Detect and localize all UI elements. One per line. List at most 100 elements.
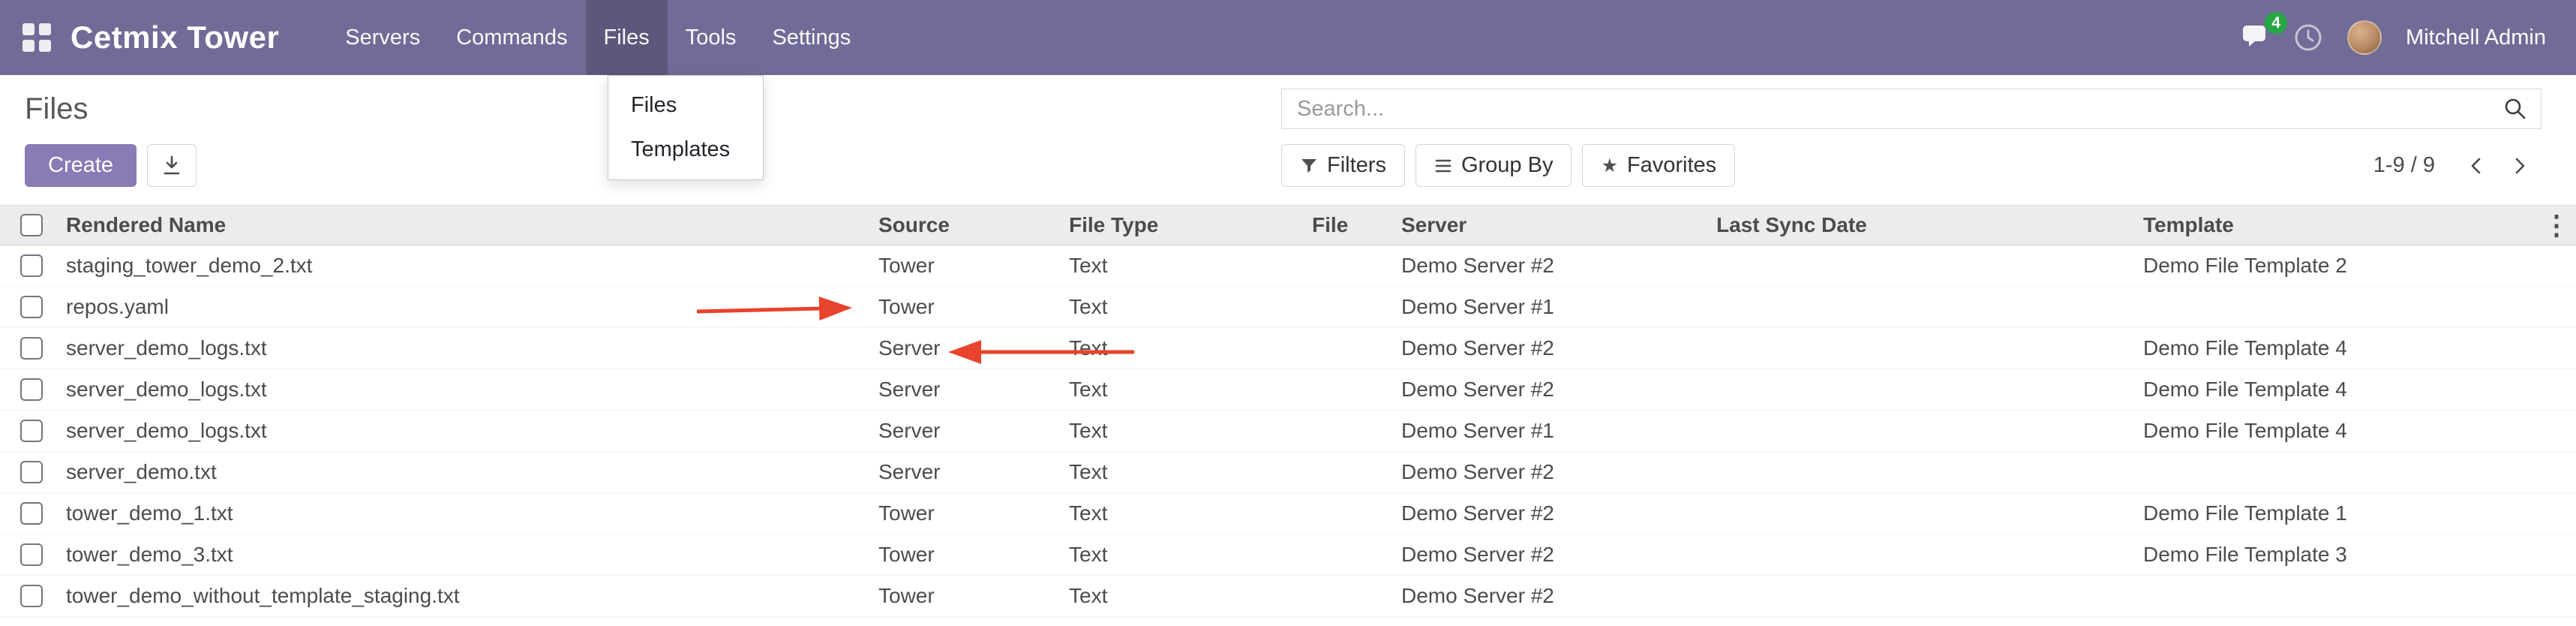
cell-last-sync-date — [1713, 369, 2140, 411]
pager-value: 1-9 / 9 — [2373, 153, 2435, 178]
search-button[interactable] — [2490, 97, 2541, 121]
table-row[interactable]: server_demo_logs.txtServerTextDemo Serve… — [0, 328, 2576, 369]
brand-title[interactable]: Cetmix Tower — [71, 20, 279, 56]
cell-file-type: Text — [1066, 369, 1309, 411]
menu-servers[interactable]: Servers — [327, 0, 438, 75]
cell-template: Demo File Template 3 — [2140, 534, 2537, 576]
row-select-cell — [0, 493, 63, 534]
table-row[interactable]: tower_demo_1.txtTowerTextDemo Server #2D… — [0, 493, 2576, 534]
cell-template — [2140, 287, 2537, 328]
cell-file — [1309, 576, 1398, 617]
user-avatar[interactable] — [2347, 20, 2382, 55]
menu-tools[interactable]: Tools — [668, 0, 755, 75]
cell-template: Demo File Template 4 — [2140, 369, 2537, 411]
row-checkbox[interactable] — [20, 296, 43, 318]
search-input[interactable] — [1282, 89, 2490, 128]
cell-source: Server — [875, 369, 1066, 411]
cell-source: Tower — [875, 493, 1066, 534]
table-row[interactable]: server_demo.txtServerTextDemo Server #2 — [0, 452, 2576, 493]
select-all-cell — [0, 206, 63, 245]
cell-server: Demo Server #2 — [1398, 452, 1713, 493]
cell-source: Tower — [875, 287, 1066, 328]
row-select-cell — [0, 576, 63, 617]
pager-previous-button[interactable] — [2454, 156, 2498, 176]
cell-template — [2140, 576, 2537, 617]
menu-settings[interactable]: Settings — [754, 0, 869, 75]
row-end-spacer — [2537, 287, 2576, 328]
optional-columns-toggle[interactable] — [2537, 206, 2576, 245]
cell-rendered-name: tower_demo_1.txt — [63, 493, 875, 534]
row-select-cell — [0, 411, 63, 452]
files-table: Rendered Name Source File Type File Serv… — [0, 205, 2576, 617]
column-source[interactable]: Source — [875, 206, 1066, 245]
cell-rendered-name: staging_tower_demo_2.txt — [63, 245, 875, 287]
row-checkbox[interactable] — [20, 543, 43, 566]
table-row[interactable]: server_demo_logs.txtServerTextDemo Serve… — [0, 369, 2576, 411]
cell-rendered-name: server_demo_logs.txt — [63, 328, 875, 369]
column-template[interactable]: Template — [2140, 206, 2537, 245]
table-row[interactable]: server_demo_logs.txtServerTextDemo Serve… — [0, 411, 2576, 452]
filters-label: Filters — [1327, 153, 1386, 178]
column-rendered-name[interactable]: Rendered Name — [63, 206, 875, 245]
column-last-sync-date[interactable]: Last Sync Date — [1713, 206, 2140, 245]
favorites-label: Favorites — [1627, 153, 1716, 178]
row-checkbox[interactable] — [20, 585, 43, 607]
cell-file-type: Text — [1066, 576, 1309, 617]
table-row[interactable]: tower_demo_without_template_staging.txtT… — [0, 576, 2576, 617]
cell-last-sync-date — [1713, 534, 2140, 576]
table-row[interactable]: repos.yamlTowerTextDemo Server #1 — [0, 287, 2576, 328]
files-dropdown: FilesTemplates — [608, 75, 764, 180]
buttons-row: Create Filters Group By — [25, 144, 2541, 187]
row-checkbox[interactable] — [20, 254, 43, 277]
messages-button[interactable]: 4 — [2239, 24, 2269, 51]
column-file-type[interactable]: File Type — [1066, 206, 1309, 245]
control-panel: Files Create — [0, 75, 2576, 205]
row-select-cell — [0, 328, 63, 369]
cell-source: Tower — [875, 576, 1066, 617]
chevron-right-icon — [2510, 156, 2529, 176]
favorites-button[interactable]: Favorites — [1582, 144, 1735, 187]
row-end-spacer — [2537, 245, 2576, 287]
select-all-checkbox[interactable] — [20, 214, 43, 236]
row-checkbox[interactable] — [20, 337, 43, 360]
cell-rendered-name: server_demo.txt — [63, 452, 875, 493]
row-checkbox[interactable] — [20, 420, 43, 442]
cell-last-sync-date — [1713, 576, 2140, 617]
row-end-spacer — [2537, 411, 2576, 452]
dropdown-item-templates[interactable]: Templates — [608, 128, 763, 172]
cell-file — [1309, 534, 1398, 576]
create-button[interactable]: Create — [25, 144, 137, 187]
pager-next-button[interactable] — [2498, 156, 2541, 176]
row-checkbox[interactable] — [20, 502, 43, 525]
cell-file — [1309, 328, 1398, 369]
table-row[interactable]: tower_demo_3.txtTowerTextDemo Server #2D… — [0, 534, 2576, 576]
cell-file — [1309, 369, 1398, 411]
export-button[interactable] — [147, 144, 197, 187]
table-row[interactable]: staging_tower_demo_2.txtTowerTextDemo Se… — [0, 245, 2576, 287]
group-by-button[interactable]: Group By — [1416, 144, 1572, 187]
cell-last-sync-date — [1713, 493, 2140, 534]
column-server[interactable]: Server — [1398, 206, 1713, 245]
menu-files[interactable]: Files — [586, 0, 668, 75]
kebab-icon — [2543, 215, 2570, 239]
row-checkbox[interactable] — [20, 461, 43, 483]
cell-file-type: Text — [1066, 534, 1309, 576]
cell-last-sync-date — [1713, 287, 2140, 328]
row-checkbox[interactable] — [20, 378, 43, 401]
activity-clock-icon[interactable] — [2293, 23, 2323, 53]
breadcrumb-search-row: Files — [25, 87, 2541, 131]
row-end-spacer — [2537, 369, 2576, 411]
cell-file — [1309, 452, 1398, 493]
filters-button[interactable]: Filters — [1281, 144, 1405, 187]
row-end-spacer — [2537, 493, 2576, 534]
cell-server: Demo Server #2 — [1398, 245, 1713, 287]
column-file[interactable]: File — [1309, 206, 1398, 245]
menu-commands[interactable]: Commands — [438, 0, 585, 75]
row-select-cell — [0, 452, 63, 493]
messages-badge: 4 — [2265, 12, 2287, 34]
cell-template: Demo File Template 2 — [2140, 245, 2537, 287]
row-end-spacer — [2537, 576, 2576, 617]
apps-grid-icon[interactable] — [23, 23, 51, 52]
dropdown-item-files[interactable]: Files — [608, 83, 763, 128]
user-name[interactable]: Mitchell Admin — [2406, 26, 2546, 50]
